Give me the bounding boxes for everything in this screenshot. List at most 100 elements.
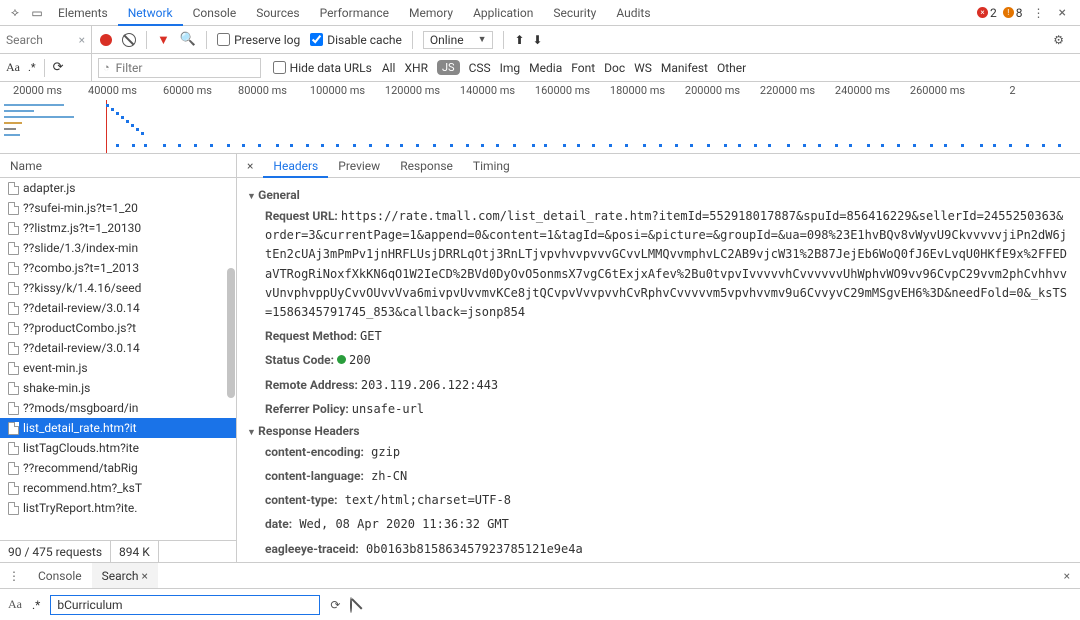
file-icon xyxy=(8,382,19,395)
type-doc[interactable]: Doc xyxy=(604,61,625,75)
type-img[interactable]: Img xyxy=(500,61,521,75)
section-response-headers[interactable]: Response Headers xyxy=(247,424,1070,438)
tab-performance[interactable]: Performance xyxy=(310,0,399,26)
request-method-value: GET xyxy=(360,329,382,343)
warning-count[interactable]: !8 xyxy=(1003,6,1023,20)
timeline-overview[interactable]: 20000 ms40000 ms60000 ms80000 ms100000 m… xyxy=(0,82,1080,154)
detail-tab-timing[interactable]: Timing xyxy=(463,154,520,178)
scrollbar[interactable] xyxy=(226,178,236,540)
remote-address-value: 203.119.206.122:443 xyxy=(361,378,498,392)
preserve-log-checkbox[interactable]: Preserve log xyxy=(217,33,300,47)
drawer-clear-icon[interactable] xyxy=(350,598,352,612)
download-har-icon[interactable]: ⬇ xyxy=(533,33,543,47)
file-icon xyxy=(8,362,19,375)
inspect-icon[interactable]: ⟡ xyxy=(4,5,26,20)
type-css[interactable]: CSS xyxy=(469,61,491,75)
close-devtools-icon[interactable]: × xyxy=(1055,5,1070,21)
filter-input[interactable] xyxy=(110,61,260,75)
referrer-policy-value: unsafe-url xyxy=(352,402,424,416)
file-icon xyxy=(8,462,19,475)
request-row[interactable]: adapter.js xyxy=(0,178,236,198)
tab-elements[interactable]: Elements xyxy=(48,0,118,26)
file-icon xyxy=(8,482,19,495)
file-icon xyxy=(8,302,19,315)
type-other[interactable]: Other xyxy=(717,61,746,75)
type-ws[interactable]: WS xyxy=(634,61,652,75)
file-icon xyxy=(8,342,19,355)
filter-icon[interactable]: ▼ xyxy=(157,32,170,48)
drawer-tab-search[interactable]: Search × xyxy=(92,563,158,589)
filter-info-icon: ◔ xyxy=(103,61,110,74)
request-row[interactable]: shake-min.js xyxy=(0,378,236,398)
device-icon[interactable]: ▭ xyxy=(26,6,48,20)
request-row[interactable]: listTagClouds.htm?ite xyxy=(0,438,236,458)
clear-search-icon[interactable]: × xyxy=(73,33,91,47)
error-count[interactable]: ×2 xyxy=(977,6,997,20)
request-count: 90 / 475 requests xyxy=(0,541,111,562)
request-row[interactable]: ??listmz.js?t=1_20130 xyxy=(0,218,236,238)
file-icon xyxy=(8,202,19,215)
throttling-select[interactable]: Online▼ xyxy=(423,31,494,49)
request-row[interactable]: ??sufei-min.js?t=1_20 xyxy=(0,198,236,218)
tab-memory[interactable]: Memory xyxy=(399,0,463,26)
drawer-search-input[interactable] xyxy=(50,595,320,615)
detail-tab-response[interactable]: Response xyxy=(390,154,463,178)
file-icon xyxy=(8,322,19,335)
type-xhr[interactable]: XHR xyxy=(404,61,427,75)
transfer-size: 894 K xyxy=(111,541,159,562)
type-font[interactable]: Font xyxy=(571,61,595,75)
request-row[interactable]: list_detail_rate.htm?it xyxy=(0,418,236,438)
match-case-icon[interactable]: Aa xyxy=(6,60,20,75)
tab-security[interactable]: Security xyxy=(543,0,606,26)
panel-search-input[interactable] xyxy=(6,33,73,47)
request-row[interactable]: listTryReport.htm?ite. xyxy=(0,498,236,518)
request-row[interactable]: ??mods/msgboard/in xyxy=(0,398,236,418)
hide-data-urls-checkbox[interactable]: Hide data URLs xyxy=(273,61,372,75)
request-row[interactable]: event-min.js xyxy=(0,358,236,378)
request-row[interactable]: ??detail-review/3.0.14 xyxy=(0,338,236,358)
drawer-refresh-icon[interactable]: ⟳ xyxy=(330,598,340,612)
drawer-match-case-icon[interactable]: Aa xyxy=(8,597,22,612)
settings-icon[interactable]: ⚙ xyxy=(1053,33,1072,47)
file-icon xyxy=(8,402,19,415)
drawer-regex-icon[interactable]: .* xyxy=(32,598,40,612)
file-icon xyxy=(8,262,19,275)
tab-application[interactable]: Application xyxy=(463,0,543,26)
detail-tab-preview[interactable]: Preview xyxy=(328,154,390,178)
search-icon[interactable]: 🔍 xyxy=(180,32,196,47)
tab-audits[interactable]: Audits xyxy=(606,0,660,26)
more-icon[interactable]: ⋮ xyxy=(1029,6,1049,20)
close-drawer-icon[interactable]: × xyxy=(1064,569,1080,583)
type-all[interactable]: All xyxy=(382,61,396,75)
close-detail-icon[interactable]: × xyxy=(237,159,263,173)
file-icon xyxy=(8,222,19,235)
clear-icon[interactable] xyxy=(122,33,136,47)
file-icon xyxy=(8,242,19,255)
drawer-more-icon[interactable]: ⋮ xyxy=(0,569,28,583)
drawer-tab-console[interactable]: Console xyxy=(28,563,92,589)
regex-icon[interactable]: .* xyxy=(28,61,36,74)
section-general[interactable]: General xyxy=(247,188,1070,202)
request-row[interactable]: ??detail-review/3.0.14 xyxy=(0,298,236,318)
file-icon xyxy=(8,182,19,195)
request-row[interactable]: ??slide/1.3/index-min xyxy=(0,238,236,258)
tab-network[interactable]: Network xyxy=(118,0,183,26)
request-row[interactable]: ??recommend/tabRig xyxy=(0,458,236,478)
request-row[interactable]: ??productCombo.js?t xyxy=(0,318,236,338)
record-icon[interactable] xyxy=(100,34,112,46)
file-icon xyxy=(8,282,19,295)
request-row[interactable]: ??combo.js?t=1_2013 xyxy=(0,258,236,278)
tab-console[interactable]: Console xyxy=(183,0,247,26)
type-js[interactable]: JS xyxy=(437,60,460,75)
refresh-search-icon[interactable]: ⟳ xyxy=(53,60,64,75)
request-row[interactable]: ??kissy/k/1.4.16/seed xyxy=(0,278,236,298)
type-manifest[interactable]: Manifest xyxy=(661,61,708,75)
upload-har-icon[interactable]: ⬆ xyxy=(514,33,524,47)
disable-cache-checkbox[interactable]: Disable cache xyxy=(310,33,402,47)
request-row[interactable]: recommend.htm?_ksT xyxy=(0,478,236,498)
status-ok-icon xyxy=(337,355,346,364)
detail-tab-headers[interactable]: Headers xyxy=(263,154,328,178)
type-media[interactable]: Media xyxy=(529,61,562,75)
tab-sources[interactable]: Sources xyxy=(246,0,309,26)
column-header-name[interactable]: Name xyxy=(0,154,236,178)
